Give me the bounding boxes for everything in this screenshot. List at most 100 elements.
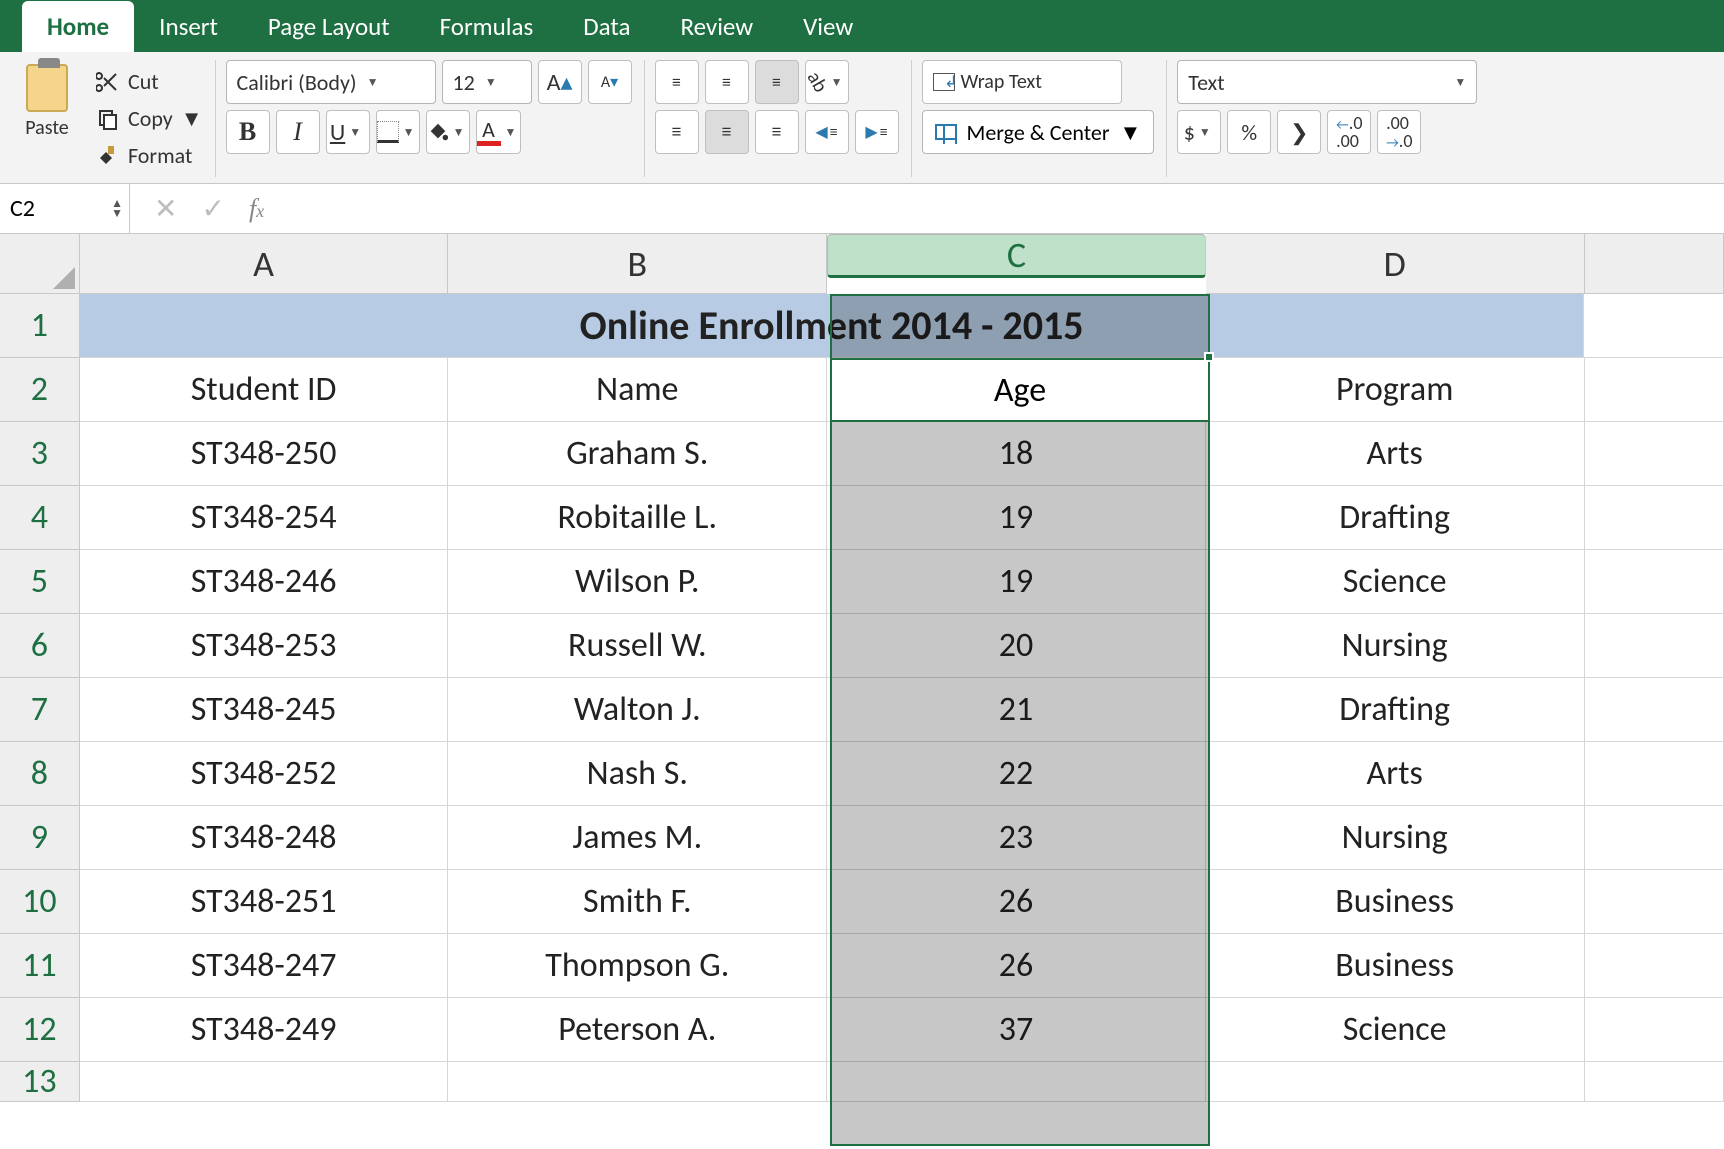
column-header-a[interactable]: A [80,234,449,294]
decrease-font-button[interactable]: A▾ [588,60,632,104]
column-header-e[interactable] [1585,234,1724,294]
cell[interactable]: 26 [827,934,1206,998]
cell[interactable]: ST348-250 [80,422,449,486]
tab-insert[interactable]: Insert [134,1,243,52]
decrease-decimal-button[interactable]: .00→.0 [1377,110,1421,154]
cell[interactable]: James M. [448,806,827,870]
cut-button[interactable]: Cut [96,68,203,95]
cell[interactable] [1585,678,1724,742]
cell[interactable]: 19 [827,486,1206,550]
row-header[interactable]: 1 [0,294,80,358]
fx-icon[interactable]: fx [249,194,264,224]
name-box[interactable]: C2 ▲▼ [0,184,130,233]
comma-style-button[interactable]: ❯ [1277,110,1321,154]
title-cell[interactable]: Online Enrollment 2014 - 2015 [80,294,1585,358]
formula-input[interactable] [288,184,1724,233]
cell[interactable]: ST348-251 [80,870,449,934]
cell[interactable]: 23 [827,806,1206,870]
cell[interactable] [827,1062,1206,1102]
cell[interactable]: 37 [827,998,1206,1062]
row-header[interactable]: 9 [0,806,80,870]
cell[interactable] [448,1062,827,1102]
cell[interactable]: Smith F. [448,870,827,934]
cell[interactable]: Nash S. [448,742,827,806]
font-name-select[interactable]: Calibri (Body)▼ [226,60,436,104]
underline-button[interactable]: U▼ [326,110,370,154]
cell[interactable]: Arts [1206,742,1585,806]
cell[interactable]: Business [1206,934,1585,998]
cell[interactable]: Arts [1206,422,1585,486]
cell[interactable]: Russell W. [448,614,827,678]
align-bottom-button[interactable]: ≡ [755,60,799,104]
cell[interactable]: Science [1206,550,1585,614]
cell[interactable]: Walton J. [448,678,827,742]
name-box-spinner[interactable]: ▲▼ [111,199,123,219]
cell[interactable] [1585,1062,1724,1102]
cancel-formula-icon[interactable]: ✕ [154,191,177,226]
tab-view[interactable]: View [778,1,878,52]
cell[interactable]: 19 [827,550,1206,614]
format-painter-button[interactable]: Format [96,142,203,169]
row-header[interactable]: 10 [0,870,80,934]
wrap-text-button[interactable]: Wrap Text [922,60,1122,104]
cell[interactable]: Drafting [1206,486,1585,550]
row-header[interactable]: 11 [0,934,80,998]
cell[interactable]: Nursing [1206,806,1585,870]
cell[interactable]: Thompson G. [448,934,827,998]
currency-button[interactable]: $▼ [1177,110,1221,154]
enter-formula-icon[interactable]: ✓ [201,191,224,226]
number-format-select[interactable]: Text ▼ [1177,60,1477,104]
row-header[interactable]: 8 [0,742,80,806]
cell[interactable]: ST348-253 [80,614,449,678]
row-header[interactable]: 3 [0,422,80,486]
row-header[interactable]: 2 [0,358,80,422]
cell[interactable] [1584,294,1724,358]
cell[interactable] [1585,550,1724,614]
merge-center-button[interactable]: Merge & Center ▼ [922,110,1155,154]
cell[interactable] [1585,934,1724,998]
align-top-button[interactable]: ≡ [655,60,699,104]
row-header[interactable]: 5 [0,550,80,614]
row-header[interactable]: 7 [0,678,80,742]
cell[interactable]: Student ID [80,358,449,422]
cell[interactable]: ST348-252 [80,742,449,806]
row-header[interactable]: 6 [0,614,80,678]
row-header[interactable]: 4 [0,486,80,550]
fill-color-button[interactable]: ▼ [426,110,470,154]
cell[interactable]: 18 [827,422,1206,486]
cell[interactable] [1585,422,1724,486]
tab-data[interactable]: Data [558,1,655,52]
row-header[interactable]: 13 [0,1062,80,1102]
cell[interactable] [1585,742,1724,806]
increase-indent-button[interactable]: ▶≡ [855,110,899,154]
cell[interactable]: ST348-245 [80,678,449,742]
cell[interactable] [1585,614,1724,678]
cell[interactable]: 22 [827,742,1206,806]
cell[interactable] [80,1062,449,1102]
tab-home[interactable]: Home [22,1,134,52]
italic-button[interactable]: I [276,110,320,154]
cell[interactable]: ST348-249 [80,998,449,1062]
column-header-b[interactable]: B [448,234,827,294]
align-middle-button[interactable]: ≡ [705,60,749,104]
cell[interactable]: Business [1206,870,1585,934]
cell[interactable] [1585,358,1724,422]
tab-formulas[interactable]: Formulas [415,1,559,52]
cell[interactable]: Program [1206,358,1585,422]
cell[interactable] [1585,998,1724,1062]
percent-button[interactable]: % [1227,110,1271,154]
cell[interactable]: Drafting [1206,678,1585,742]
orientation-button[interactable]: ab▼ [805,60,849,104]
paste-button[interactable]: Paste [12,60,82,154]
border-button[interactable]: ▼ [376,110,420,154]
cell[interactable] [1585,486,1724,550]
cell[interactable] [1585,870,1724,934]
cell[interactable]: Nursing [1206,614,1585,678]
cell[interactable]: ST348-254 [80,486,449,550]
increase-decimal-button[interactable]: ←.0.00 [1327,110,1371,154]
cell[interactable]: Robitaille L. [448,486,827,550]
align-right-button[interactable]: ≡ [755,110,799,154]
font-color-button[interactable]: A ▼ [476,110,522,154]
font-size-select[interactable]: 12▼ [442,60,532,104]
cell[interactable]: Graham S. [448,422,827,486]
